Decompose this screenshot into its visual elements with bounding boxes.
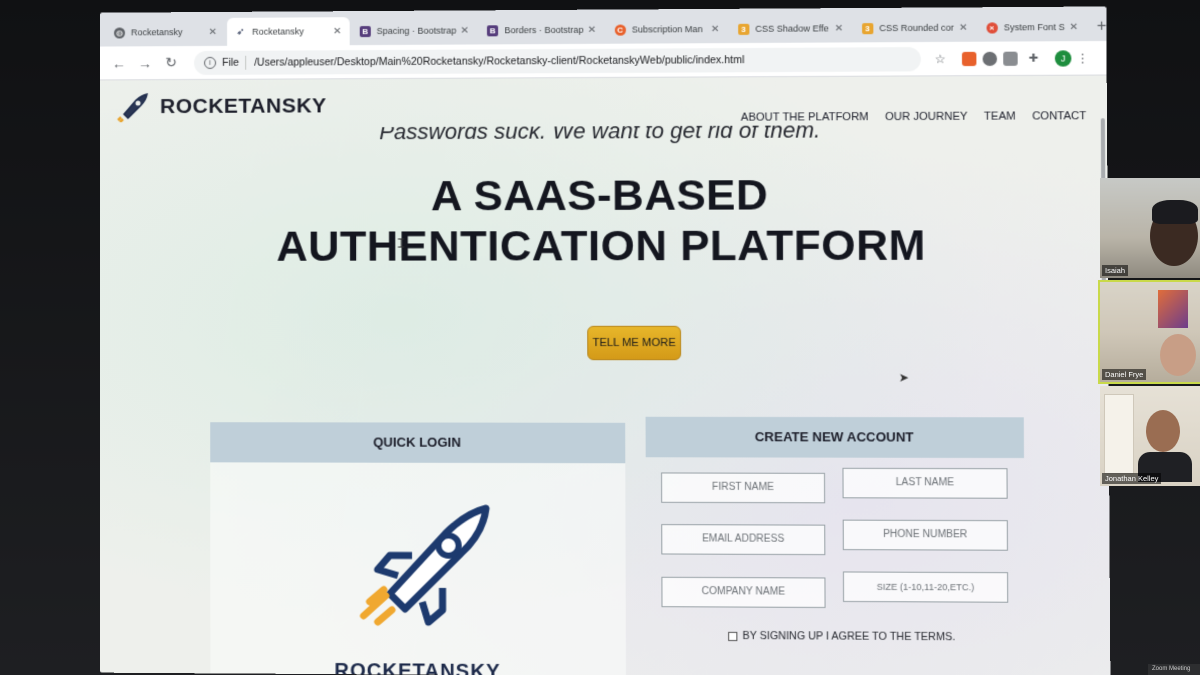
kebab-menu-icon[interactable]: ⋮ xyxy=(1071,51,1094,65)
nav-link-about[interactable]: ABOUT THE PLATFORM xyxy=(741,111,869,124)
participant-video xyxy=(1146,410,1180,452)
create-account-title: CREATE NEW ACCOUNT xyxy=(646,417,1024,458)
participant-tile[interactable]: Isaiah xyxy=(1100,178,1200,278)
rocket-icon: ➶ xyxy=(235,26,246,37)
terms-label: BY SIGNING UP I AGREE TO THE TERMS. xyxy=(742,630,955,643)
site-logo[interactable]: ROCKETANSKY xyxy=(116,91,327,122)
extension-icon[interactable] xyxy=(962,51,977,65)
divider xyxy=(245,55,246,69)
brand-name: ROCKETANSKY xyxy=(160,94,327,119)
css-icon: 3 xyxy=(862,23,873,34)
tab-title: Subscription Man xyxy=(632,24,707,35)
participant-name: Jonathan Kelley xyxy=(1102,473,1161,484)
terms-row: BY SIGNING UP I AGREE TO THE TERMS. xyxy=(728,630,955,643)
tab-title: Borders · Bootstrap xyxy=(504,25,583,36)
participant-tile-speaking[interactable]: Daniel Frye xyxy=(1100,282,1200,382)
terms-checkbox[interactable] xyxy=(728,631,737,640)
close-icon[interactable]: ✕ xyxy=(461,25,470,36)
new-tab-button[interactable]: + xyxy=(1097,13,1107,41)
reload-icon[interactable]: ↻ xyxy=(160,54,182,71)
quick-login-card: QUICK LOGIN ROCKETANSKY xyxy=(210,422,626,675)
participant-name: Daniel Frye xyxy=(1102,369,1146,380)
c-icon: C xyxy=(614,24,625,35)
css-icon: 3 xyxy=(738,23,749,34)
close-icon[interactable]: ✕ xyxy=(588,24,597,35)
hero-headline: A SAAS-BASED AUTHENTICATION PLATFORM xyxy=(100,169,1108,272)
browser-tab[interactable]: B Borders · Bootstrap ✕ xyxy=(479,16,604,45)
forward-icon[interactable]: → xyxy=(134,55,156,71)
quick-login-brand: ROCKETANSKY xyxy=(210,659,626,675)
first-name-field[interactable]: FIRST NAME xyxy=(661,472,825,503)
browser-toolbar: ← → ↻ i File /Users/appleuser/Desktop/Ma… xyxy=(100,41,1107,80)
browser-tab[interactable]: × System Font Stac ✕ xyxy=(978,13,1087,42)
close-icon[interactable]: ✕ xyxy=(959,22,968,33)
headline-line-2: AUTHENTICATION PLATFORM xyxy=(100,220,1108,272)
bootstrap-icon: B xyxy=(487,25,498,36)
tab-title: Rocketansky xyxy=(131,27,205,37)
browser-tab-active[interactable]: ➶ Rocketansky ✕ xyxy=(227,17,349,46)
close-icon[interactable]: ✕ xyxy=(333,26,341,37)
url-scheme: File xyxy=(222,56,239,68)
phone-field[interactable]: PHONE NUMBER xyxy=(843,520,1008,551)
avatar[interactable]: J xyxy=(1055,50,1072,66)
browser-tab[interactable]: 3 CSS Rounded cor ✕ xyxy=(853,13,975,42)
nav-link-contact[interactable]: CONTACT xyxy=(1032,110,1086,122)
participant-video xyxy=(1152,200,1198,224)
tell-me-more-button[interactable]: TELL ME MORE xyxy=(587,326,681,360)
email-field[interactable]: EMAIL ADDRESS xyxy=(661,524,825,555)
browser-tab[interactable]: ◍ Rocketansky ✕ xyxy=(106,18,225,47)
browser-tab[interactable]: C Subscription Man ✕ xyxy=(606,15,727,44)
participant-tile[interactable]: Jonathan Kelley xyxy=(1100,386,1200,486)
tab-strip: ◍ Rocketansky ✕ ➶ Rocketansky ✕ B Spacin… xyxy=(100,6,1106,46)
close-icon[interactable]: ✕ xyxy=(711,23,720,34)
extension-icon[interactable] xyxy=(983,51,998,65)
tab-title: CSS Rounded cor xyxy=(879,23,955,34)
participant-video xyxy=(1160,334,1196,376)
info-icon[interactable]: i xyxy=(204,56,216,68)
rocket-illustration-icon xyxy=(349,493,491,635)
browser-tab[interactable]: 3 CSS Shadow Effe ✕ xyxy=(730,14,852,43)
browser-window: ◍ Rocketansky ✕ ➶ Rocketansky ✕ B Spacin… xyxy=(100,6,1110,675)
text-cursor-icon: ⌶ xyxy=(397,236,404,251)
tab-title: Spacing · Bootstrap xyxy=(377,26,457,36)
tab-title: Rocketansky xyxy=(252,26,329,36)
address-bar[interactable]: i File /Users/appleuser/Desktop/Main%20R… xyxy=(194,47,921,75)
create-account-card: CREATE NEW ACCOUNT FIRST NAME LAST NAME … xyxy=(646,417,1026,675)
mouse-pointer-icon: ➤ xyxy=(899,370,909,384)
participant-name: Isaiah xyxy=(1102,265,1128,276)
video-call-gallery: Isaiah Daniel Frye Jonathan Kelley xyxy=(1100,178,1200,488)
participant-video xyxy=(1104,394,1134,474)
nav-link-team[interactable]: TEAM xyxy=(984,110,1016,122)
nav-link-journey[interactable]: OUR JOURNEY xyxy=(885,111,967,123)
tab-title: System Font Stac xyxy=(1004,22,1066,32)
star-icon[interactable]: ☆ xyxy=(929,51,952,65)
headline-line-1: A SAAS-BASED xyxy=(100,169,1108,222)
x-icon: × xyxy=(986,22,997,33)
tab-title: CSS Shadow Effe xyxy=(755,23,830,34)
company-name-field[interactable]: COMPANY NAME xyxy=(661,577,825,608)
rocket-logo-icon xyxy=(116,92,150,122)
url-text: /Users/appleuser/Desktop/Main%20Rocketan… xyxy=(254,54,744,69)
puzzle-icon[interactable]: ✚ xyxy=(1022,51,1045,64)
close-icon[interactable]: ✕ xyxy=(209,26,217,37)
browser-tab[interactable]: B Spacing · Bootstrap ✕ xyxy=(351,16,477,45)
close-icon[interactable]: ✕ xyxy=(835,23,844,34)
company-size-field[interactable]: SIZE (1-10,11-20,ETC.) xyxy=(843,571,1008,602)
close-icon[interactable]: ✕ xyxy=(1069,21,1078,32)
globe-icon: ◍ xyxy=(114,27,125,38)
bootstrap-icon: B xyxy=(360,26,371,37)
main-nav: ABOUT THE PLATFORM OUR JOURNEY TEAM CONT… xyxy=(725,110,1087,124)
extension-icon[interactable] xyxy=(1003,51,1018,65)
quick-login-title: QUICK LOGIN xyxy=(210,422,625,463)
web-page: ROCKETANSKY ABOUT THE PLATFORM OUR JOURN… xyxy=(100,76,1110,675)
last-name-field[interactable]: LAST NAME xyxy=(842,468,1007,499)
hero-tagline: Passwords suck. We want to get rid of th… xyxy=(100,124,1107,146)
zoom-meeting-bar[interactable]: Zoom Meeting xyxy=(1148,664,1200,675)
monitor-bezel: ◍ Rocketansky ✕ ➶ Rocketansky ✕ B Spacin… xyxy=(0,0,1200,675)
back-icon[interactable]: ← xyxy=(108,55,130,71)
participant-video xyxy=(1158,290,1188,328)
